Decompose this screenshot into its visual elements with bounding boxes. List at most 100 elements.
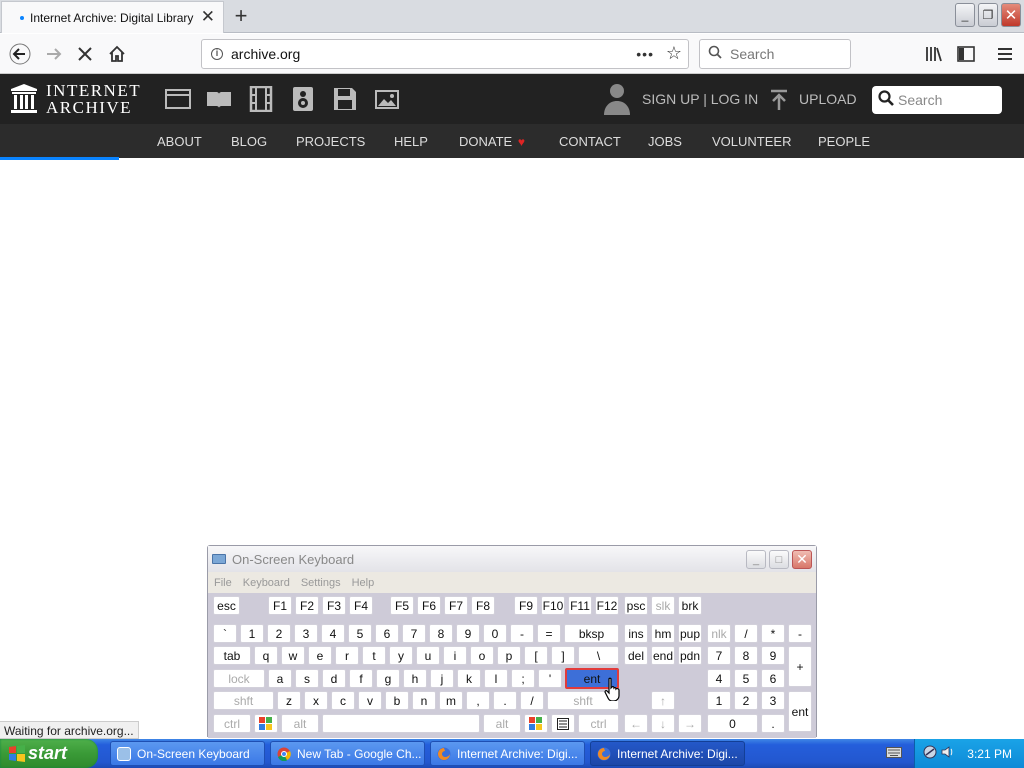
key-num-4[interactable]: 4 bbox=[707, 669, 731, 688]
key-pgdn[interactable]: pdn bbox=[678, 646, 702, 665]
key-b[interactable]: b bbox=[385, 691, 409, 710]
sidebar-button[interactable] bbox=[954, 42, 978, 66]
key-num-slash[interactable]: / bbox=[734, 624, 758, 643]
key-comma[interactable]: , bbox=[466, 691, 490, 710]
video-film-icon[interactable] bbox=[248, 86, 274, 112]
key-backspace[interactable]: bksp bbox=[564, 624, 619, 643]
key-k[interactable]: k bbox=[457, 669, 481, 688]
key-left-arrow[interactable]: ← bbox=[624, 714, 648, 733]
menu-button[interactable] bbox=[993, 42, 1017, 66]
audio-speaker-icon[interactable] bbox=[290, 86, 316, 112]
key-num-6[interactable]: 6 bbox=[761, 669, 785, 688]
osk-close-button[interactable]: ✕ bbox=[792, 550, 812, 569]
key-num-0[interactable]: 0 bbox=[707, 714, 758, 733]
key-up-arrow[interactable]: ↑ bbox=[651, 691, 675, 710]
key-num-5[interactable]: 5 bbox=[734, 669, 758, 688]
home-button[interactable] bbox=[105, 42, 129, 66]
key-9[interactable]: 9 bbox=[456, 624, 480, 643]
key-f2[interactable]: F2 bbox=[295, 596, 319, 615]
bookmark-star-icon[interactable]: ☆ bbox=[666, 43, 682, 64]
key-home[interactable]: hm bbox=[651, 624, 675, 643]
tab-internet-archive[interactable]: Internet Archive: Digital Library of ✕ bbox=[1, 1, 224, 33]
key-1[interactable]: 1 bbox=[240, 624, 264, 643]
key-num-8[interactable]: 8 bbox=[734, 646, 758, 665]
key-r[interactable]: r bbox=[335, 646, 359, 665]
key-h[interactable]: h bbox=[403, 669, 427, 688]
key-menu[interactable] bbox=[551, 714, 575, 733]
key-end[interactable]: end bbox=[651, 646, 675, 665]
key-2[interactable]: 2 bbox=[267, 624, 291, 643]
key-num-1[interactable]: 1 bbox=[707, 691, 731, 710]
key-6[interactable]: 6 bbox=[375, 624, 399, 643]
key-4[interactable]: 4 bbox=[321, 624, 345, 643]
key-quote[interactable]: ' bbox=[538, 669, 562, 688]
taskbar-item-firefox-2[interactable]: Internet Archive: Digi... bbox=[590, 741, 745, 766]
key-right-win[interactable] bbox=[524, 714, 548, 733]
key-left-win[interactable] bbox=[254, 714, 278, 733]
key-v[interactable]: v bbox=[358, 691, 382, 710]
site-info-icon[interactable]: i bbox=[211, 48, 223, 60]
key-t[interactable]: t bbox=[362, 646, 386, 665]
back-button[interactable] bbox=[8, 42, 32, 66]
key-rbracket[interactable]: ] bbox=[551, 646, 575, 665]
archive-search-input[interactable]: Search bbox=[872, 86, 1002, 114]
upload-link[interactable]: UPLOAD bbox=[799, 91, 857, 107]
key-c[interactable]: c bbox=[331, 691, 355, 710]
taskbar-item-firefox-1[interactable]: Internet Archive: Digi... bbox=[430, 741, 585, 766]
osk-maximize-button[interactable]: □ bbox=[769, 550, 789, 569]
key-0[interactable]: 0 bbox=[483, 624, 507, 643]
key-f10[interactable]: F10 bbox=[541, 596, 565, 615]
key-right-alt[interactable]: alt bbox=[483, 714, 521, 733]
key-grave[interactable]: ` bbox=[213, 624, 237, 643]
key-d[interactable]: d bbox=[322, 669, 346, 688]
key-num-dot[interactable]: . bbox=[761, 714, 785, 733]
nav-blog[interactable]: BLOG bbox=[231, 134, 267, 149]
key-z[interactable]: z bbox=[277, 691, 301, 710]
signup-login-link[interactable]: SIGN UP | LOG IN bbox=[642, 91, 758, 107]
key-num-7[interactable]: 7 bbox=[707, 646, 731, 665]
key-5[interactable]: 5 bbox=[348, 624, 372, 643]
key-x[interactable]: x bbox=[304, 691, 328, 710]
key-slash[interactable]: / bbox=[520, 691, 544, 710]
key-o[interactable]: o bbox=[470, 646, 494, 665]
key-p[interactable]: p bbox=[497, 646, 521, 665]
nav-contact[interactable]: CONTACT bbox=[559, 134, 621, 149]
key-f9[interactable]: F9 bbox=[514, 596, 538, 615]
upload-icon[interactable] bbox=[769, 89, 789, 116]
key-l[interactable]: l bbox=[484, 669, 508, 688]
key-num-plus[interactable]: + bbox=[788, 646, 812, 687]
key-right-ctrl[interactable]: ctrl bbox=[578, 714, 619, 733]
nav-about[interactable]: ABOUT bbox=[157, 134, 202, 149]
key-space[interactable] bbox=[322, 714, 480, 733]
osk-minimize-button[interactable]: _ bbox=[746, 550, 766, 569]
key-a[interactable]: a bbox=[268, 669, 292, 688]
key-y[interactable]: y bbox=[389, 646, 413, 665]
osk-menu-file[interactable]: File bbox=[214, 577, 232, 589]
key-f7[interactable]: F7 bbox=[444, 596, 468, 615]
nav-donate[interactable]: DONATE ♥ bbox=[459, 134, 525, 149]
key-capslock[interactable]: lock bbox=[213, 669, 265, 688]
archive-logo-icon[interactable] bbox=[10, 83, 38, 120]
key-equals[interactable]: = bbox=[537, 624, 561, 643]
key-tab[interactable]: tab bbox=[213, 646, 251, 665]
taskbar-item-osk[interactable]: On-Screen Keyboard bbox=[110, 741, 265, 766]
key-f11[interactable]: F11 bbox=[568, 596, 592, 615]
window-restore-button[interactable]: ❐ bbox=[978, 3, 998, 27]
key-w[interactable]: w bbox=[281, 646, 305, 665]
nav-people[interactable]: PEOPLE bbox=[818, 134, 870, 149]
user-avatar-icon[interactable] bbox=[603, 82, 631, 121]
forward-button[interactable] bbox=[41, 42, 65, 66]
key-f4[interactable]: F4 bbox=[349, 596, 373, 615]
taskbar-item-chrome[interactable]: New Tab - Google Ch... bbox=[270, 741, 425, 766]
key-period[interactable]: . bbox=[493, 691, 517, 710]
key-i[interactable]: i bbox=[443, 646, 467, 665]
osk-tray-icon[interactable] bbox=[886, 745, 902, 764]
key-right-arrow[interactable]: → bbox=[678, 714, 702, 733]
key-del[interactable]: del bbox=[624, 646, 648, 665]
key-f1[interactable]: F1 bbox=[268, 596, 292, 615]
key-down-arrow[interactable]: ↓ bbox=[651, 714, 675, 733]
nav-jobs[interactable]: JOBS bbox=[648, 134, 682, 149]
key-g[interactable]: g bbox=[376, 669, 400, 688]
key-psc[interactable]: psc bbox=[624, 596, 648, 615]
key-numlock[interactable]: nlk bbox=[707, 624, 731, 643]
